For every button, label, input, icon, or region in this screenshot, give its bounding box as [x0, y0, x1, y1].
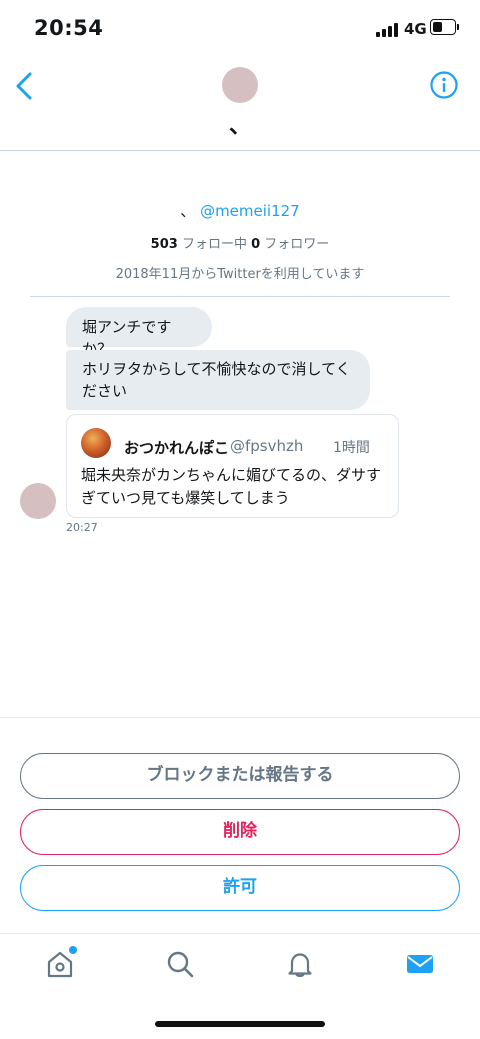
header-name: 、: [228, 114, 251, 139]
back-arrow-icon: [16, 72, 32, 100]
info-icon: [430, 71, 458, 99]
signal-strength-icon: [376, 21, 398, 37]
profile-joined: 2018年11月からTwitterを利用しています: [115, 267, 365, 282]
status-bar: 20:54 4G: [0, 0, 480, 60]
tab-notifications[interactable]: [284, 948, 316, 980]
conversation-header: 、: [0, 60, 480, 151]
block-report-button[interactable]: ブロックまたは報告する: [20, 753, 460, 799]
actions-divider: [0, 717, 480, 718]
tab-bar: [0, 933, 480, 998]
following-count: 503: [150, 237, 178, 252]
following-label: フォロー中: [181, 237, 247, 252]
home-notification-dot: [68, 945, 78, 955]
quoted-tweet-card[interactable]: おつかれんぽこ @fpsvhzh 1時間 堀未央奈がカンちゃんに媚びてるの、ダサ…: [66, 414, 399, 518]
quoted-tweet-name: おつかれんぽこ: [124, 439, 230, 457]
tab-home[interactable]: [44, 945, 78, 980]
back-button[interactable]: [12, 68, 40, 104]
quoted-tweet-handle: @fpsvhzh: [230, 437, 304, 455]
profile-stats: 503 フォロー中 0 フォロワー: [0, 233, 480, 252]
home-indicator[interactable]: [155, 1021, 325, 1027]
message-bubble[interactable]: 堀アンチですか？: [66, 307, 212, 358]
profile-identity: 、 @memeii127: [0, 200, 480, 221]
profile-handle[interactable]: @memeii127: [200, 202, 300, 220]
tab-messages[interactable]: [404, 948, 436, 980]
header-avatar[interactable]: [222, 67, 258, 103]
profile-name: 、: [180, 202, 196, 220]
search-icon: [167, 951, 194, 978]
messages-envelope-icon: [407, 955, 433, 973]
delete-button[interactable]: 削除: [20, 809, 460, 855]
tab-search[interactable]: [164, 948, 196, 980]
sender-avatar[interactable]: [20, 483, 56, 519]
quoted-tweet-avatar: [81, 428, 111, 458]
followers-count: 0: [251, 237, 261, 252]
status-time: 20:54: [34, 16, 104, 40]
divider: [30, 296, 450, 297]
message-timestamp: 20:27: [66, 521, 98, 534]
notifications-bell-icon: [288, 953, 312, 977]
profile-summary: 、 @memeii127 503 フォロー中 0 フォロワー 2018年11月か…: [0, 200, 480, 282]
network-type: 4G: [404, 20, 427, 38]
info-button[interactable]: [429, 70, 459, 100]
quoted-tweet-text: 堀未央奈がカンちゃんに媚びてるの、ダサすぎていつ見ても爆笑してしまう: [81, 466, 382, 507]
battery-icon: [430, 19, 459, 35]
allow-button[interactable]: 許可: [20, 865, 460, 911]
quoted-tweet-time: 1時間: [333, 440, 370, 456]
followers-label: フォロワー: [264, 237, 330, 252]
message-bubble[interactable]: ホリヲタからして不愉快なので消してください: [66, 350, 370, 410]
